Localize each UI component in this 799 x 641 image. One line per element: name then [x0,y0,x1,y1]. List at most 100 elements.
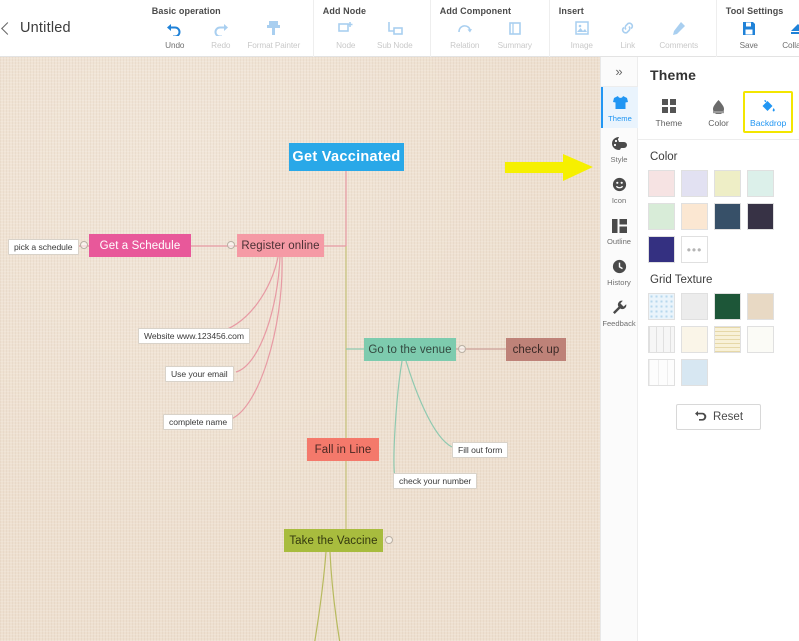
add-sub-node-button[interactable]: Sub Node [369,18,421,50]
toolbar-group-add-node: Add Node Node Sub Node [314,0,431,57]
reset-row: Reset [638,386,799,430]
leaf-label: check your number [399,476,472,486]
texture-swatch-yellow-lined[interactable] [714,326,741,353]
group-title: Tool Settings [725,5,784,16]
tab-color[interactable]: Color [694,91,744,133]
color-drop-icon [712,97,725,115]
collapse-toggle[interactable] [227,241,235,249]
toolbar-groups: Basic operation Undo Redo Format Painter… [143,0,799,57]
redo-arrow-icon [210,18,232,39]
tab-theme[interactable]: Theme [644,91,694,133]
texture-swatch-light-gray[interactable] [681,293,708,320]
rail-label: Theme [608,114,632,123]
leaf-label: complete name [169,417,228,427]
mindmap-leaf-complete-name[interactable]: complete name [163,414,234,430]
color-swatch-pale-yellow[interactable] [714,170,741,197]
collapse-toggle[interactable] [458,345,466,353]
add-relation-button[interactable]: Relation [440,18,490,50]
mindmap-node-check-up[interactable]: check up [506,338,566,361]
rail-item-icon[interactable]: Icon [601,169,638,210]
insert-image-button[interactable]: Image [559,18,605,50]
back-button[interactable] [0,0,14,57]
tshirt-icon [612,93,629,112]
insert-comments-button[interactable]: Comments [651,18,707,50]
tab-label: Theme [655,118,683,128]
rail-item-history[interactable]: History [601,251,638,292]
format-painter-button[interactable]: Format Painter [244,18,304,50]
color-swatch-pale-mint[interactable] [747,170,774,197]
texture-swatch-cream[interactable] [681,326,708,353]
tab-label: Backdrop [750,118,787,128]
collapse-toggle[interactable] [80,241,88,249]
toolbar-item-label: Save [739,40,758,50]
tab-label: Color [708,118,729,128]
rail-item-feedback[interactable]: Feedback [601,292,638,333]
toolbar-item-label: Summary [497,40,532,50]
rail-item-style[interactable]: Style [601,128,638,169]
toolbar-group-insert: Insert Image Link Comments [550,0,717,57]
collapse-toggle[interactable] [385,536,393,544]
mindmap-canvas[interactable]: Get Vaccinated Get a Schedule Register o… [0,57,600,641]
rail-label: Style [610,155,628,164]
collapse-button[interactable]: Collapse [772,18,799,50]
grid-texture-section-title: Grid Texture [650,274,713,286]
mindmap-node-take-the-vaccine[interactable]: Take the Vaccine [284,529,383,552]
add-node-icon [335,18,357,39]
mindmap-leaf-fill-out-form[interactable]: Fill out form [452,442,509,458]
palette-icon [611,134,627,153]
leaf-label: Website www.123456.com [144,331,245,341]
leaf-label: Fill out form [458,445,503,455]
toolbar-item-label: Relation [450,40,480,50]
texture-swatch-white-plain[interactable] [747,326,774,353]
mindmap-node-root[interactable]: Get Vaccinated [289,143,404,171]
color-swatch-dark-purple[interactable] [747,203,774,230]
redo-button[interactable]: Redo [198,18,244,50]
color-swatch-more-button[interactable]: ••• [681,236,708,263]
texture-swatch-tan-beige[interactable] [747,293,774,320]
texture-swatch-dark-green[interactable] [714,293,741,320]
rail-item-theme[interactable]: Theme [600,87,638,128]
texture-swatch-white-lined[interactable] [648,359,675,386]
reset-button[interactable]: Reset [675,404,762,430]
mindmap-leaf-use-your-email[interactable]: Use your email [165,366,234,382]
group-title: Add Node [322,5,367,16]
insert-link-button[interactable]: Link [605,18,651,50]
texture-swatch-light-lined[interactable] [648,326,675,353]
mindmap-leaf-pick-a-schedule[interactable]: pick a schedule [8,239,79,255]
color-swatch-lavender[interactable] [681,170,708,197]
node-label: Get Vaccinated [292,149,401,165]
mindmap-node-get-a-schedule[interactable]: Get a Schedule [89,234,191,257]
add-node-button[interactable]: Node [323,18,369,50]
chevron-double-right-icon: » [615,64,623,79]
tab-backdrop[interactable]: Backdrop [743,91,794,133]
relation-arrow-icon [454,18,476,39]
mindmap-leaf-check-your-number[interactable]: check your number [393,473,478,489]
color-swatch-pale-peach[interactable] [681,203,708,230]
mindmap-node-go-to-the-venue[interactable]: Go to the venue [364,338,456,361]
color-swatch-slate-blue[interactable] [714,203,741,230]
color-swatch-pale-pink[interactable] [648,170,675,197]
node-label: Get a Schedule [99,239,181,252]
collapse-up-icon [787,18,799,39]
panel-collapse-button[interactable]: » [600,57,638,87]
texture-swatch-blue-dots[interactable] [648,293,675,320]
node-label: Register online [241,239,320,252]
node-label: Fall in Line [314,443,372,456]
save-button[interactable]: Save [726,18,772,50]
mindmap-node-fall-in-line[interactable]: Fall in Line [307,438,379,461]
document-title[interactable]: Untitled [20,20,71,36]
undo-button[interactable]: Undo [152,18,198,50]
color-swatch-pale-green[interactable] [648,203,675,230]
mindmap-leaf-website[interactable]: Website www.123456.com [138,328,251,344]
toolbar-item-label: Redo [211,40,231,50]
texture-swatch-light-blue[interactable] [681,359,708,386]
format-painter-icon [263,18,285,39]
mindmap-node-register-online[interactable]: Register online [237,234,324,257]
clock-icon [612,257,627,276]
color-swatch-indigo[interactable] [648,236,675,263]
leaf-label: pick a schedule [14,242,73,252]
rail-item-outline[interactable]: Outline [601,210,638,251]
panel-title: Theme [650,67,697,83]
toolbar-group-basic-operation: Basic operation Undo Redo Format Painter [143,0,314,57]
add-summary-button[interactable]: Summary [490,18,540,50]
